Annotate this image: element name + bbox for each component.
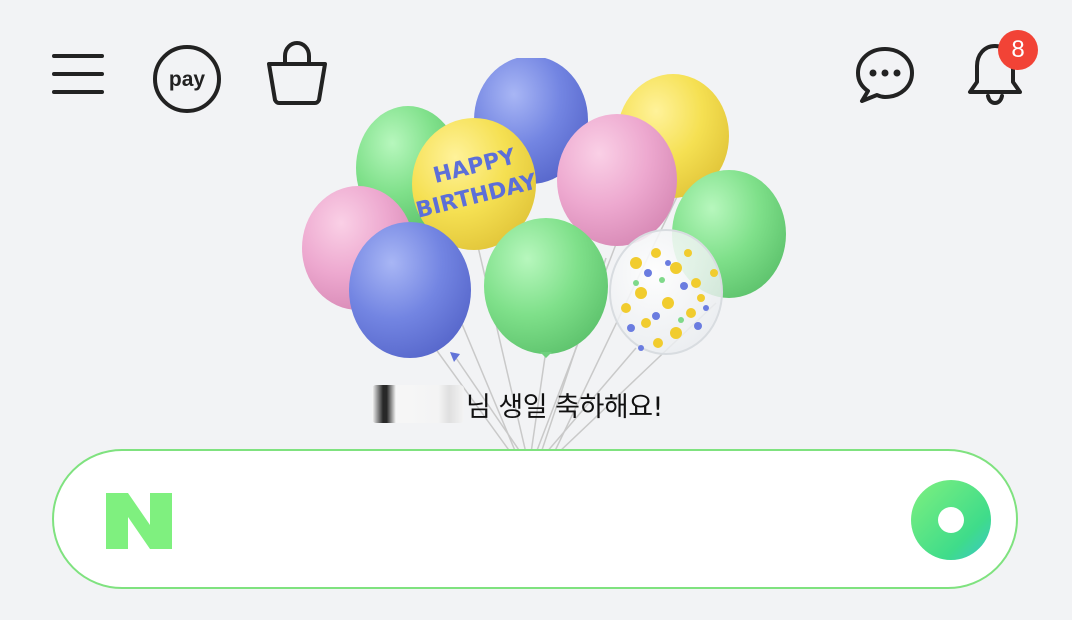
chat-button[interactable]: [850, 42, 920, 108]
birthday-greeting: 님 생일 축하해요!: [372, 382, 712, 426]
green-dot-icon[interactable]: [910, 479, 992, 561]
notification-badge: 8: [998, 30, 1038, 70]
green-balloon: [484, 218, 608, 354]
menu-icon: [52, 54, 104, 94]
pay-icon: pay: [153, 45, 221, 113]
greeting-text: 님 생일 축하해요!: [466, 391, 663, 423]
naver-logo-icon[interactable]: [104, 491, 174, 551]
pay-button[interactable]: pay: [150, 42, 224, 116]
user-name-redacted: [372, 385, 464, 423]
pay-label: pay: [169, 68, 206, 91]
confetti-balloon: [609, 229, 723, 355]
search-input[interactable]: [204, 481, 898, 563]
menu-button[interactable]: [48, 44, 108, 104]
chat-icon: [856, 47, 914, 103]
search-bar[interactable]: [52, 449, 1018, 589]
blue-balloon: [349, 222, 471, 358]
